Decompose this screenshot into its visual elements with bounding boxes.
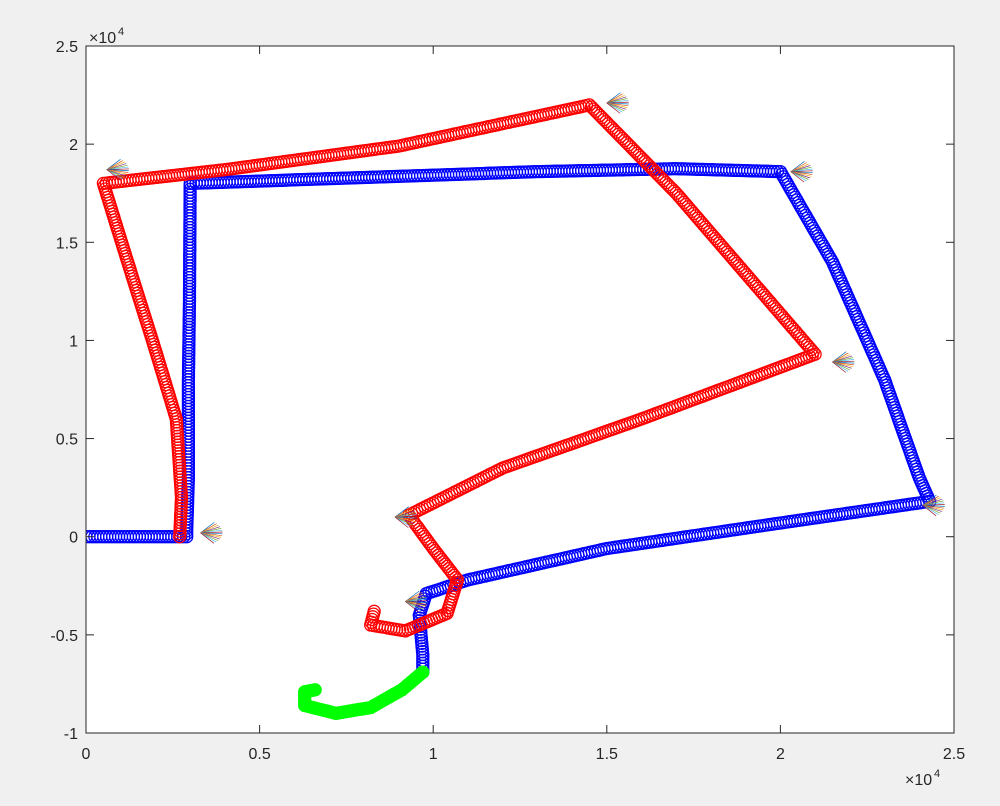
x-exponent-power: 4 (934, 768, 940, 780)
x-tick-label: 0.5 (248, 746, 270, 763)
x-tick-label: 2.5 (943, 746, 965, 763)
y-tick-label: 2.5 (56, 39, 78, 56)
x-tick-label: 1 (429, 746, 438, 763)
plot-area (86, 46, 954, 733)
y-tick-label: 2 (69, 137, 78, 154)
y-tick-label: 0 (69, 530, 78, 547)
y-tick-label: 0.5 (56, 432, 78, 449)
y-exponent-base: ×10 (89, 30, 116, 47)
data-point (308, 683, 322, 697)
y-tick-label: -0.5 (50, 628, 78, 645)
y-tick-label: 1.5 (56, 235, 78, 252)
x-tick-label: 1.5 (596, 746, 618, 763)
y-tick-label: -1 (64, 726, 78, 743)
x-tick-label: 0 (82, 746, 91, 763)
x-exponent-base: ×10 (905, 772, 932, 789)
figure-canvas: 0 0.5 1 1.5 2 2.5 -1 -0.5 0 0.5 1 1.5 2 2.5 ×10 4 ×1… (50, 26, 965, 789)
y-exponent-power: 4 (118, 26, 124, 38)
x-tick-label: 2 (776, 746, 785, 763)
y-tick-label: 1 (69, 333, 78, 350)
